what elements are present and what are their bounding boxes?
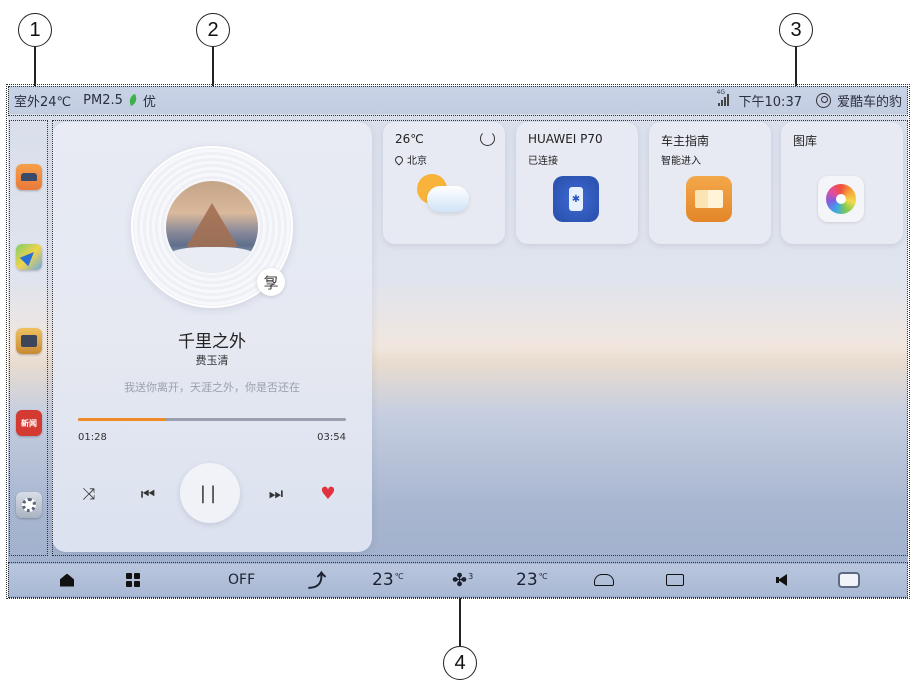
- weather-city: 北京: [407, 156, 427, 167]
- gallery-widget[interactable]: 图库: [781, 122, 903, 244]
- rear-defrost-icon[interactable]: [666, 569, 684, 591]
- gallery-title: 图库: [793, 134, 818, 148]
- driver-temperature[interactable]: 23 ℃: [372, 569, 404, 591]
- phone-status: 已连接: [528, 156, 558, 167]
- user-icon[interactable]: [815, 92, 831, 108]
- callout-1: 1: [18, 13, 52, 47]
- shuffle-button[interactable]: ⤨: [77, 482, 101, 506]
- news-icon-label: 新闻: [21, 418, 37, 428]
- fan-icon: ✤: [452, 569, 468, 591]
- ac-status-button[interactable]: OFF: [228, 569, 255, 591]
- media-icon[interactable]: [16, 328, 42, 354]
- gallery-icon: [818, 176, 864, 222]
- pm25-label: PM2.5: [83, 92, 123, 108]
- fan-level: 3: [468, 572, 474, 581]
- lyrics-button[interactable]: 㝁: [257, 268, 285, 296]
- phone-name: HUAWEI P70: [528, 132, 603, 146]
- navigation-icon[interactable]: [16, 244, 42, 270]
- album-cover: [166, 181, 258, 273]
- settings-icon[interactable]: [16, 492, 42, 518]
- like-button[interactable]: ♥: [316, 482, 340, 506]
- next-track-button[interactable]: ⏭: [264, 482, 288, 506]
- elapsed-time: 01:28: [78, 432, 107, 443]
- play-pause-button[interactable]: ||: [180, 463, 240, 523]
- weather-widget[interactable]: 26℃ 北京: [383, 122, 505, 244]
- callout-3: 3: [779, 13, 813, 47]
- volume-icon[interactable]: [776, 569, 787, 591]
- passenger-temperature-value: 23: [516, 570, 538, 590]
- airflow-mode-icon[interactable]: ⤴: [308, 569, 326, 592]
- weather-temperature: 26℃: [395, 132, 424, 146]
- fan-speed-control[interactable]: ✤ 3: [452, 569, 473, 591]
- book-icon: [686, 176, 732, 222]
- playback-progress-bar[interactable]: [78, 418, 346, 421]
- status-bar: 室外24℃ PM2.5 优 4G 下午10:37 爱酷车的豹: [8, 86, 908, 114]
- network-type: 4G: [716, 89, 725, 96]
- previous-track-button[interactable]: ⏮: [136, 482, 160, 506]
- callout-4-leader: [459, 598, 461, 646]
- total-time: 03:54: [317, 432, 346, 443]
- callout-2: 2: [196, 13, 230, 47]
- passenger-temperature[interactable]: 23 ℃: [516, 569, 548, 591]
- username[interactable]: 爱酷车的豹: [837, 91, 902, 110]
- air-quality-value: 优: [142, 94, 156, 110]
- callout-4: 4: [443, 646, 477, 680]
- song-lyric: 我送你离开，天涯之外，你是否还在: [124, 381, 300, 394]
- phone-widget[interactable]: HUAWEI P70 已连接 ✱: [516, 122, 638, 244]
- outdoor-temperature: 室外24℃: [14, 94, 72, 110]
- clock: 下午10:37: [738, 94, 802, 110]
- app-dock: 新闻: [10, 120, 48, 590]
- owner-guide-widget[interactable]: 车主指南 智能进入: [649, 122, 771, 244]
- song-title: 千里之外: [178, 332, 246, 352]
- callout-3-leader: [795, 47, 797, 87]
- refresh-icon[interactable]: [480, 131, 495, 146]
- weather-location: 北京: [393, 152, 427, 167]
- front-defrost-icon[interactable]: [594, 569, 614, 591]
- cloud-icon: [427, 186, 469, 212]
- camera-icon[interactable]: [838, 569, 860, 591]
- climate-control-bar: OFF ⤴ 23 ℃ ✤ 3 23 ℃: [8, 564, 908, 596]
- news-icon[interactable]: 新闻: [16, 410, 42, 436]
- driver-temperature-unit: ℃: [394, 572, 404, 581]
- driver-temperature-value: 23: [372, 570, 394, 590]
- home-icon[interactable]: [60, 569, 74, 591]
- car-icon[interactable]: [16, 164, 42, 190]
- leaf-icon: [127, 93, 139, 107]
- signal-icon: 4G: [717, 89, 729, 106]
- guide-title: 车主指南: [661, 134, 710, 148]
- apps-grid-icon[interactable]: [126, 569, 140, 591]
- guide-subtitle: 智能进入: [661, 156, 701, 167]
- song-artist: 费玉清: [195, 354, 229, 367]
- location-pin-icon: [393, 154, 405, 166]
- bluetooth-phone-icon: ✱: [553, 176, 599, 222]
- music-player-card: 㝁 千里之外 费玉清 我送你离开，天涯之外，你是否还在 01:28 03:54 …: [52, 122, 372, 552]
- playback-progress-fill: [78, 418, 167, 421]
- car-infotainment-screen: 室外24℃ PM2.5 优 4G 下午10:37 爱酷车的豹 新闻 㝁 千里之外…: [8, 86, 908, 598]
- passenger-temperature-unit: ℃: [538, 572, 548, 581]
